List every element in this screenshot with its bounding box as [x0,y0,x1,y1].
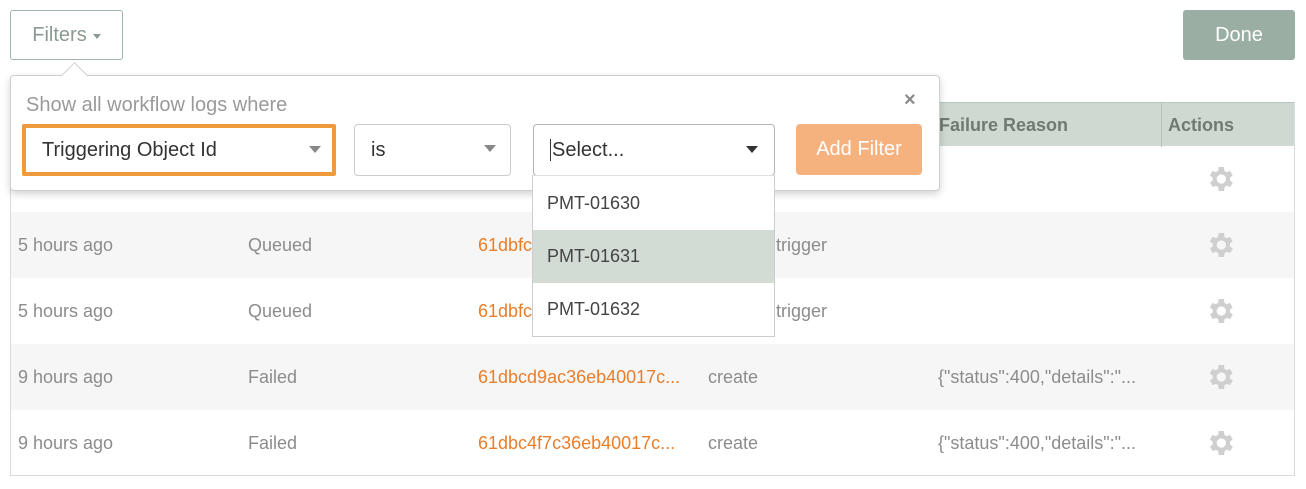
row-object-id-link[interactable]: 61dbfc [478,278,532,344]
filter-popover: Show all workflow logs where × Triggerin… [10,62,940,191]
dropdown-option-pmt-01632[interactable]: PMT-01632 [533,283,774,336]
popover-arrow [61,62,88,89]
header-divider [1161,103,1162,147]
row-type: trigger [776,234,828,255]
row-status: Queued [248,234,313,255]
row-type: create [708,366,759,387]
row-failure-reason: {"status":400,"details":"... [938,366,1137,387]
header-actions: Actions [1168,114,1235,135]
header-failure-reason[interactable]: Failure Reason [939,103,1068,147]
caret-down-icon [92,33,101,39]
filters-button[interactable]: Filters [10,10,123,60]
row-status: Failed [248,432,298,453]
row-time: 5 hours ago [18,234,114,255]
row-status: Failed [248,366,298,387]
table-row: 9 hours ago Failed 61dbc4f7c36eb40017c..… [11,410,1294,476]
dropdown-option-pmt-01631[interactable]: PMT-01631 [533,230,774,283]
filters-button-label: Filters [32,23,87,46]
dropdown-option-pmt-01630[interactable]: PMT-01630 [533,177,774,230]
row-status: Queued [248,300,313,321]
popover-title: Show all workflow logs where [26,94,288,116]
row-failure-reason: {"status":400,"details":"... [938,432,1137,453]
field-select[interactable]: Triggering Object Id [22,124,336,176]
value-select[interactable]: Select... [533,124,775,176]
table-row: 9 hours ago Failed 61dbcd9ac36eb40017c..… [11,344,1294,410]
done-button[interactable]: Done [1183,10,1295,60]
add-filter-button[interactable]: Add Filter [796,124,922,175]
gear-icon[interactable] [1204,361,1236,393]
row-type: create [708,432,759,453]
row-object-id-link[interactable]: 61dbfc [478,212,532,278]
text-cursor [550,139,551,161]
gear-icon[interactable] [1204,295,1236,327]
value-select-placeholder: Select... [552,138,625,161]
row-time: 9 hours ago [18,432,114,453]
row-time: 9 hours ago [18,366,114,387]
row-time: 5 hours ago [18,300,114,321]
operator-select[interactable]: is [354,124,511,176]
gear-icon[interactable] [1204,427,1236,459]
chevron-down-icon [746,146,758,153]
operator-select-value: is [371,138,386,161]
close-icon[interactable]: × [904,89,916,112]
row-object-id-link[interactable]: 61dbc4f7c36eb40017c... [478,410,698,476]
chevron-down-icon [309,146,321,153]
field-select-value: Triggering Object Id [42,138,217,161]
row-object-id-link[interactable]: 61dbcd9ac36eb40017c... [478,344,698,410]
gear-icon[interactable] [1204,229,1236,261]
row-type: trigger [776,300,828,321]
gear-icon[interactable] [1204,163,1236,195]
value-dropdown-menu: PMT-01630 PMT-01631 PMT-01632 [532,175,775,337]
chevron-down-icon [484,145,496,152]
